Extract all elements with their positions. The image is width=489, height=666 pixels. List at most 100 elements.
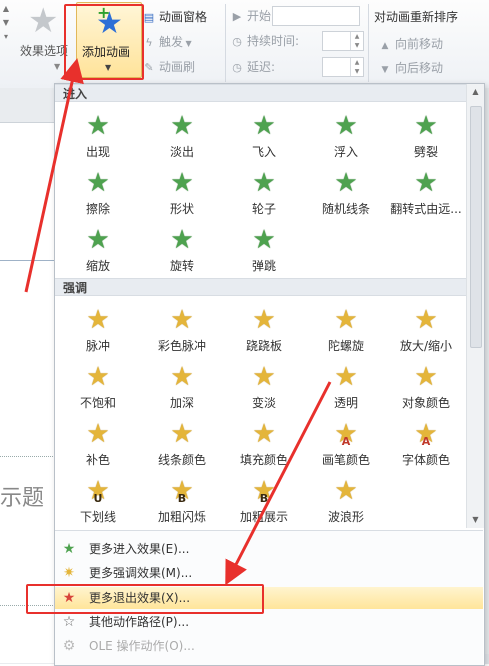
entrance-star-icon: ★ — [334, 168, 358, 198]
emphasis-effect-label: 补色 — [85, 453, 110, 467]
emphasis-star-icon: ★ B — [223, 477, 305, 505]
emphasis-effect-item[interactable]: ★ A 字体颜色 — [385, 412, 466, 472]
trigger-button[interactable]: ϟ 触发 ▼ — [142, 33, 192, 51]
entrance-effect-item[interactable]: ★ 出现 — [57, 104, 139, 164]
entrance-effect-item[interactable]: ★ 轮子 — [223, 161, 305, 221]
clock-icon: ◷ — [232, 35, 242, 48]
entrance-effect-item[interactable]: ★ 劈裂 — [385, 104, 466, 164]
emphasis-effect-label: 加深 — [169, 396, 194, 410]
emphasis-effect-item[interactable]: ★ 波浪形 — [305, 469, 387, 528]
emphasis-star-icon: ★ — [252, 305, 276, 335]
slide-title-fragment: 示题 — [0, 486, 45, 511]
star-icon: ★ — [28, 1, 59, 41]
scroll-down-icon[interactable]: ▼ — [467, 512, 484, 528]
animation-painter-icon: ✎ — [144, 61, 154, 74]
reorder-title: 对动画重新排序 — [374, 10, 459, 24]
entrance-effect-item[interactable]: ★ 翻转式由远... — [385, 161, 466, 221]
entrance-star-icon: ★ — [334, 111, 358, 141]
entrance-effect-label: 旋转 — [169, 259, 194, 273]
entrance-effect-item[interactable]: ★ 飞入 — [223, 104, 305, 164]
effect-glyph: B — [177, 492, 187, 505]
entrance-effect-label: 出现 — [85, 145, 110, 159]
emphasis-effect-item[interactable]: ★ B 加粗展示 — [223, 469, 305, 528]
entrance-effect-item[interactable]: ★ 浮入 — [305, 104, 387, 164]
emphasis-effect-label: 不饱和 — [79, 396, 116, 410]
motion-path-star-icon: ☆ — [62, 614, 76, 630]
duration-field[interactable]: ▲ ▼ — [322, 31, 364, 51]
effect-glyph: A — [421, 435, 431, 448]
emphasis-effect-item[interactable]: ★ U 下划线 — [57, 469, 139, 528]
animation-painter-label: 动画刷 — [159, 60, 196, 74]
animation-pane-label: 动画窗格 — [159, 10, 208, 24]
emphasis-star-icon: ★ — [414, 362, 438, 392]
emphasis-effect-item[interactable]: ★ 补色 — [57, 412, 139, 472]
emphasis-effect-item[interactable]: ★ 对象颜色 — [385, 355, 466, 415]
triangle-up-icon: ▲ — [381, 41, 389, 51]
effect-glyph: U — [93, 492, 103, 505]
emphasis-effect-item[interactable]: ★ 放大/缩小 — [385, 298, 466, 358]
entrance-star-icon: ★ — [86, 111, 110, 141]
emphasis-effect-label: 变淡 — [251, 396, 276, 410]
emphasis-star-icon: ★ — [170, 305, 194, 335]
emphasis-effect-item[interactable]: ★ 彩色脉冲 — [141, 298, 223, 358]
duration-label: ◷ 持续时间: — [230, 32, 299, 50]
animation-painter-button[interactable]: ✎ 动画刷 — [142, 58, 195, 76]
animation-pane-button[interactable]: ▤ 动画窗格 — [142, 8, 207, 26]
entrance-star-icon: ★ — [170, 225, 194, 255]
emphasis-effect-label: 透明 — [333, 396, 358, 410]
delay-spinner[interactable]: ▲ ▼ — [350, 58, 363, 76]
entrance-effect-label: 浮入 — [333, 145, 358, 159]
scroll-more-icon[interactable]: ▾ — [0, 32, 12, 46]
emphasis-effect-item[interactable]: ★ 陀螺旋 — [305, 298, 387, 358]
emphasis-effect-item[interactable]: ★ 透明 — [305, 355, 387, 415]
entrance-effect-item[interactable]: ★ 弹跳 — [223, 218, 305, 278]
emphasis-effect-item[interactable]: ★ 不饱和 — [57, 355, 139, 415]
move-earlier-button[interactable]: ▲ 向前移动 — [378, 35, 443, 53]
gallery-scrollbar[interactable]: ▲ ▼ — [466, 84, 484, 528]
other-motion-paths-item[interactable]: ☆ 其他动作路径(P)... — [55, 611, 483, 633]
add-animation-dropdown: 进入 ★ 出现 ★ 淡出 ★ 飞入 ★ 浮入 ★ 劈裂 ★ 擦除 ★ 形状 ★ 轮子 ★ 随机线条 ★ 翻转式由远..… — [54, 83, 485, 666]
entrance-effect-item[interactable]: ★ 随机线条 — [305, 161, 387, 221]
emphasis-effect-item[interactable]: ★ A 画笔颜色 — [305, 412, 387, 472]
gallery-scroll-arrows[interactable]: ▲ ▼ ▾ — [0, 4, 12, 64]
start-select[interactable] — [272, 6, 360, 26]
duration-spinner[interactable]: ▲ ▼ — [350, 32, 363, 50]
entrance-effect-item[interactable]: ★ 淡出 — [141, 104, 223, 164]
emphasis-star-icon: ★ — [414, 305, 438, 335]
entrance-effect-item[interactable]: ★ 旋转 — [141, 218, 223, 278]
entrance-effect-item[interactable]: ★ 缩放 — [57, 218, 139, 278]
entrance-effect-item[interactable]: ★ 形状 — [141, 161, 223, 221]
chevron-down-icon: ▼ — [183, 39, 192, 48]
emphasis-effect-item[interactable]: ★ 线条颜色 — [141, 412, 223, 472]
entrance-star-icon: ★ — [252, 225, 276, 255]
emphasis-effect-item[interactable]: ★ 加深 — [141, 355, 223, 415]
emphasis-effect-item[interactable]: ★ 变淡 — [223, 355, 305, 415]
move-later-button[interactable]: ▼ 向后移动 — [378, 59, 443, 77]
annotation-highlight-add-animation — [64, 4, 144, 80]
emphasis-effect-item[interactable]: ★ 跷跷板 — [223, 298, 305, 358]
entrance-effect-item[interactable]: ★ 擦除 — [57, 161, 139, 221]
entrance-star-icon: ★ — [86, 225, 110, 255]
scroll-up-icon[interactable]: ▲ — [0, 4, 12, 18]
scroll-thumb[interactable] — [470, 106, 482, 348]
emphasis-effect-item[interactable]: ★ B 加粗闪烁 — [141, 469, 223, 528]
delay-field[interactable]: ▲ ▼ — [322, 57, 364, 77]
emphasis-star-icon: ✷ — [63, 565, 75, 581]
more-emphasis-effects-item[interactable]: ✷ 更多强调效果(M)... — [55, 562, 483, 584]
emphasis-effect-item[interactable]: ★ 脉冲 — [57, 298, 139, 358]
ole-actions-item[interactable]: ⚙ OLE 操作动作(O)... — [55, 635, 483, 657]
ribbon-separator — [225, 4, 226, 82]
emphasis-star-icon: ★ — [86, 362, 110, 392]
scroll-down-icon[interactable]: ▼ — [0, 18, 12, 32]
entrance-effect-label: 擦除 — [85, 202, 110, 216]
emphasis-effect-item[interactable]: ★ 填充颜色 — [223, 412, 305, 472]
emphasis-effect-label: 波浪形 — [327, 510, 364, 524]
more-entrance-effects-item[interactable]: ★ 更多进入效果(E)... — [55, 538, 483, 560]
section-header-entrance: 进入 — [55, 84, 466, 102]
emphasis-star-icon: ★ — [252, 362, 276, 392]
entrance-effect-label: 弹跳 — [251, 259, 276, 273]
chevron-down-icon: ▼ — [54, 62, 61, 71]
entrance-star-icon: ★ — [86, 168, 110, 198]
scroll-up-icon[interactable]: ▲ — [467, 84, 484, 100]
emphasis-star-icon: ★ B — [141, 477, 223, 505]
